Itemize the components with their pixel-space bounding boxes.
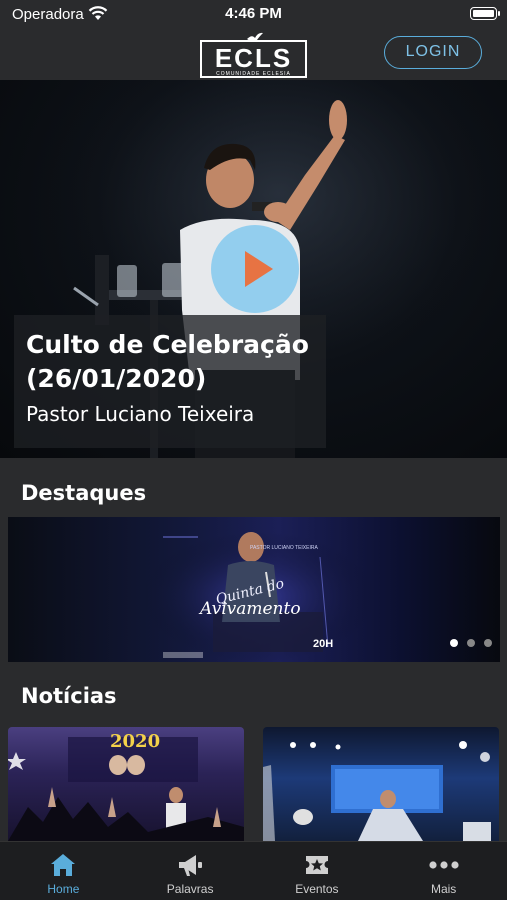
tab-mais[interactable]: Mais (380, 842, 507, 900)
news-card[interactable]: 2020 (8, 727, 244, 841)
banner-pastor-name: PASTOR LUCIANO TEIXEIRA (250, 545, 318, 551)
tab-label: Mais (430, 882, 457, 896)
news-card-overlay-text: 2020 (110, 731, 160, 752)
tab-label: Eventos (295, 882, 339, 896)
tab-label: Palavras (166, 882, 214, 896)
tab-home[interactable]: Home (0, 842, 127, 900)
hero-title: Culto de Celebração (26/01/2020) (26, 330, 309, 393)
featured-video[interactable]: Culto de Celebração (26/01/2020) Pastor … (0, 80, 507, 458)
status-time: 4:46 PM (225, 5, 282, 22)
carousel-dot-2[interactable] (467, 639, 475, 647)
highlights-banner[interactable]: PASTOR LUCIANO TEIXEIRA Quinta do Avivam… (8, 517, 500, 662)
highlights-title: Destaques (21, 481, 147, 505)
ticket-icon (305, 856, 328, 874)
home-icon (51, 854, 76, 876)
tab-bar: Home Palavras Eventos Mais (0, 841, 507, 900)
banner-script-line2: Avivamento (198, 599, 301, 619)
banner-artwork: PASTOR LUCIANO TEIXEIRA Quinta do Avivam… (128, 517, 388, 662)
login-button[interactable]: LOGIN (384, 36, 482, 69)
app-header: ECLS COMUNIDADE ECLESIA LOGIN (0, 30, 507, 80)
news-card-image (263, 741, 491, 841)
news-card-image: 2020 (8, 731, 244, 841)
dove-icon (247, 32, 263, 42)
logo-text: ECLS (214, 43, 293, 73)
play-button[interactable] (211, 225, 299, 313)
news-card[interactable] (263, 727, 499, 841)
status-bar: Operadora 4:46 PM (0, 0, 507, 30)
hero-subtitle: Pastor Luciano Teixeira (26, 402, 255, 426)
play-icon (245, 251, 273, 287)
banner-time: 20H (313, 638, 333, 650)
carousel-dot-3[interactable] (484, 639, 492, 647)
tab-palavras[interactable]: Palavras (127, 842, 254, 900)
carousel-dot-1[interactable] (450, 639, 458, 647)
battery-icon (470, 7, 500, 20)
carousel-page-indicator[interactable] (441, 634, 492, 652)
tab-label: Home (47, 882, 80, 896)
more-icon (429, 861, 459, 869)
tab-eventos[interactable]: Eventos (254, 842, 381, 900)
hero-caption: Culto de Celebração (26/01/2020) Pastor … (14, 315, 326, 448)
megaphone-icon (179, 855, 203, 876)
news-title: Notícias (21, 684, 117, 708)
logo-subtitle: COMUNIDADE ECLESIA (216, 71, 291, 77)
ecls-logo[interactable]: ECLS COMUNIDADE ECLESIA (200, 32, 307, 78)
